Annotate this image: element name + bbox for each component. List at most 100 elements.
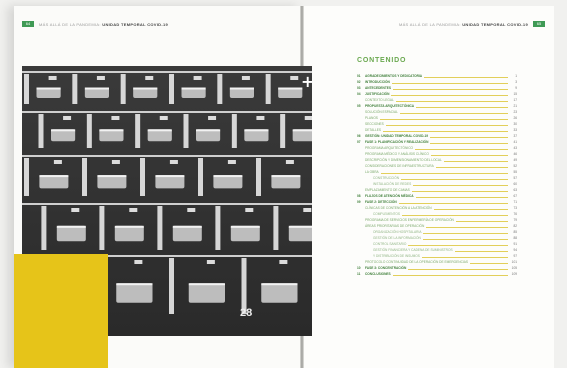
partition-beam (22, 71, 312, 73)
right-header-bold: UNIDAD TEMPORAL COVID-19 (462, 21, 528, 27)
wall-lamp (53, 160, 62, 164)
wall-lamp (111, 116, 120, 120)
toc-leader-line (380, 172, 508, 174)
left-header-bold: UNIDAD TEMPORAL COVID-19 (102, 21, 169, 27)
toc-entry-title: CONCLUSIONES (365, 272, 391, 276)
toc-leader-line (443, 160, 508, 162)
toc-leader-line (392, 274, 508, 276)
left-running-header: MÁS ALLÁ DE LA PANDEMIA: UNIDAD TEMPORAL… (39, 22, 168, 27)
bed-label-28: 28 (240, 307, 252, 319)
wall-lamp (304, 116, 312, 120)
bed-rail (147, 129, 172, 132)
wall-lamp (48, 76, 57, 80)
wall-lamp (303, 208, 312, 212)
toc-leader-line (402, 214, 508, 216)
wall-lamp (206, 260, 215, 264)
partition-beam (22, 203, 312, 205)
wall-lamp (96, 76, 105, 80)
wall-lamp (63, 116, 72, 120)
wall-lamp (245, 208, 254, 212)
toc-title: CONTENIDO (357, 57, 407, 64)
toc-leader-line (421, 256, 508, 258)
toc-leader-line (401, 178, 508, 180)
bed-rail (181, 87, 206, 90)
partition-panel (273, 206, 279, 250)
bed-rail (99, 129, 124, 132)
right-header-text: MÁS ALLÁ DE LA PANDEMIA: (398, 21, 461, 27)
right-page-number: 65 (533, 21, 545, 27)
partition-panel (256, 158, 261, 196)
toc-leader-line (398, 202, 508, 204)
wall-lamp (169, 160, 178, 164)
toc-entry[interactable]: 11 CONCLUSIONES 109 (357, 271, 517, 277)
toc-entry-number: 05 (357, 104, 361, 108)
bed-rail (271, 175, 301, 178)
partition-panel (38, 114, 44, 148)
bed-rail (36, 87, 61, 90)
bed-rail (278, 87, 303, 90)
bed (288, 225, 312, 242)
bed-rail (292, 129, 312, 132)
toc-leader-line (433, 208, 508, 210)
bed-rail (114, 225, 144, 228)
toc-leader-line (413, 184, 508, 186)
bed (261, 283, 298, 303)
bed (188, 283, 225, 303)
partition-panel (183, 114, 189, 148)
wall-lamp (134, 260, 143, 264)
toc-leader-line (435, 166, 508, 168)
toc-leader-line (454, 250, 508, 252)
bed-rail (56, 225, 86, 228)
toc-entry-number: 07 (357, 140, 361, 144)
toc-leader-line (430, 142, 508, 144)
bed (230, 225, 260, 242)
toc-leader-line (422, 238, 508, 240)
wall-lamp (187, 208, 196, 212)
partition-panel (198, 158, 203, 196)
toc-leader-line (385, 124, 508, 126)
toc-leader-line (430, 136, 508, 138)
wall-lamp (208, 116, 217, 120)
partition-panel (140, 158, 145, 196)
toc-leader-line (455, 220, 508, 222)
toc-leader-line (408, 244, 508, 246)
left-header-text: MÁS ALLÁ DE LA PANDEMIA: (39, 21, 101, 27)
wall-lamp (193, 76, 202, 80)
toc-leader-line (379, 118, 508, 120)
partition-panel (169, 74, 174, 104)
wall-lamp (256, 116, 265, 120)
toc-leader-line (424, 76, 508, 78)
wall-lamp (279, 260, 288, 264)
bed (172, 225, 202, 242)
partition-panel (280, 114, 286, 148)
toc-entry-number: 11 (357, 272, 361, 276)
bed-rail (213, 175, 243, 178)
right-running-header: MÁS ALLÁ DE LA PANDEMIA: UNIDAD TEMPORAL… (399, 22, 528, 27)
partition-panel (86, 114, 92, 148)
toc-leader-line (383, 130, 508, 132)
wall-lamp (145, 76, 154, 80)
toc-leader-line (415, 196, 508, 198)
toc-leader-line (395, 100, 508, 102)
partition-panel (120, 74, 126, 104)
wall-lamp (159, 116, 168, 120)
bed-rail (188, 283, 225, 286)
partition-beam (22, 111, 312, 113)
toc-leader-line (399, 112, 508, 114)
wall-lamp (285, 160, 294, 164)
bed-rail (133, 87, 158, 90)
toc-leader-line (426, 226, 508, 228)
left-page-number: 64 (22, 21, 34, 27)
table-of-contents: 01 AGRADECIMIENTOS Y DEDICATORIA 1 02 INTROD… (357, 73, 517, 277)
partition-panel (24, 158, 29, 196)
toc-leader-line (408, 268, 508, 270)
toc-leader-line (415, 148, 508, 150)
bed-rail (196, 129, 221, 132)
wall-lamp (129, 208, 138, 212)
left-page-header: 64 MÁS ALLÁ DE LA PANDEMIA: UNIDAD TEMPO… (22, 20, 168, 28)
bed (114, 225, 144, 242)
toc-leader-line (391, 94, 508, 96)
yellow-accent-strip (40, 254, 68, 338)
bed-rail (97, 175, 127, 178)
right-page-header: MÁS ALLÁ DE LA PANDEMIA: UNIDAD TEMPORAL… (399, 20, 545, 28)
